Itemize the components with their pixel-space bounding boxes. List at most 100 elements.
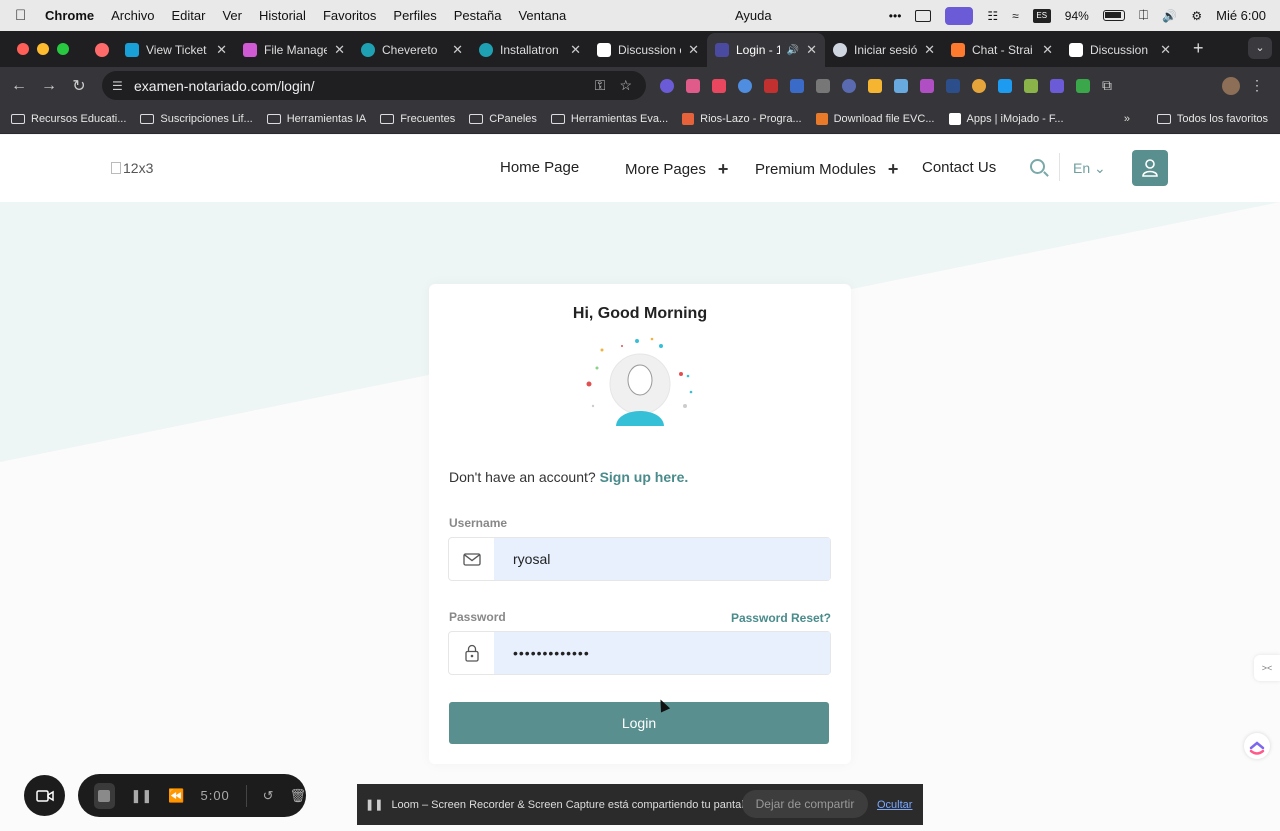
nav-contact[interactable]: Contact Us [922, 159, 996, 176]
loom-camera-button[interactable] [24, 775, 65, 816]
rewind-icon[interactable]: ⏪ [168, 788, 184, 804]
tab-file-manager[interactable]: File Manage ✕ [235, 33, 353, 67]
volume-icon[interactable]: 🔊 [1162, 9, 1177, 23]
extension-icon[interactable] [686, 78, 700, 93]
extension-icon[interactable] [998, 78, 1012, 93]
menu-ventana[interactable]: Ventana [518, 8, 566, 23]
all-bookmarks-folder[interactable]: Todos los favoritos [1156, 113, 1268, 125]
extension-icon-with-badge[interactable] [764, 78, 778, 93]
bookmark-link[interactable]: Rios-Lazo - Progra... [682, 112, 802, 125]
fullscreen-window-button[interactable] [57, 43, 69, 55]
more-dots-icon[interactable]: ••• [889, 9, 902, 23]
nav-premium-modules[interactable]: Premium Modules + [755, 159, 898, 180]
extension-icon[interactable] [894, 78, 908, 93]
menu-ayuda[interactable]: Ayuda [735, 8, 772, 23]
site-logo[interactable]: 12x3 [111, 160, 153, 176]
bookmark-folder[interactable]: Herramientas Eva... [550, 113, 668, 125]
tab-close-icon[interactable]: ✕ [688, 42, 699, 58]
menu-historial[interactable]: Historial [259, 8, 306, 23]
bookmark-folder[interactable]: Suscripciones Lif... [140, 113, 253, 125]
clickup-widget-icon[interactable] [1244, 733, 1270, 759]
bookmark-folder[interactable]: Herramientas IA [266, 113, 366, 125]
bookmark-folder[interactable]: Frecuentes [380, 113, 455, 125]
password-input[interactable]: ••••••••••••• [494, 632, 830, 674]
tab-login-active[interactable]: Login - 1 🔊 ✕ [707, 33, 825, 67]
bookmark-folder[interactable]: Recursos Educati... [11, 113, 126, 125]
input-language-indicator[interactable]: ES [1032, 8, 1051, 23]
bookmark-link[interactable]: Apps | iMojado - F... [948, 112, 1064, 125]
menu-pestana[interactable]: Pestaña [454, 8, 502, 23]
extension-icon[interactable] [868, 78, 882, 93]
tab-discussion-2[interactable]: Discussion ✕ [1061, 33, 1179, 67]
tab-search-chevron-icon[interactable]: ⌄ [1248, 37, 1272, 59]
tab-view-ticket[interactable]: View Ticket ✕ [117, 33, 235, 67]
tab-close-icon[interactable]: ✕ [924, 42, 935, 58]
menubar-clock[interactable]: Mié 6:00 [1216, 8, 1266, 23]
forward-button[interactable]: → [34, 77, 64, 95]
extension-icon[interactable] [1024, 78, 1038, 93]
screen-icon[interactable] [915, 9, 932, 22]
control-center-icon[interactable]: ⚙ [1191, 9, 1202, 23]
minimize-window-button[interactable] [37, 43, 49, 55]
menu-app-name[interactable]: Chrome [45, 8, 94, 23]
battery-icon[interactable] [1102, 10, 1125, 21]
side-collapse-tab[interactable]: >< [1254, 655, 1280, 681]
reload-button[interactable]: ↻ [64, 76, 94, 96]
extension-icon[interactable] [972, 78, 986, 93]
tab-close-icon[interactable]: ✕ [806, 42, 817, 58]
bookmark-folder[interactable]: CPaneles [469, 113, 537, 125]
menu-perfiles[interactable]: Perfiles [393, 8, 436, 23]
tab-chat-straico[interactable]: Chat - Strai ✕ [943, 33, 1061, 67]
password-key-icon[interactable]: ⚿ [595, 77, 606, 94]
bookmark-link[interactable]: Download file EVC... [815, 112, 935, 125]
extensions-puzzle-icon[interactable]: ⧉ [1102, 77, 1112, 94]
new-tab-button[interactable]: + [1193, 38, 1204, 59]
extension-icon[interactable] [712, 78, 726, 93]
signup-link[interactable]: Sign up here. [600, 469, 689, 485]
tab-discussion-1[interactable]: Discussion c ✕ [589, 33, 707, 67]
extension-icon[interactable] [738, 78, 752, 93]
extension-icon[interactable] [946, 78, 960, 93]
chrome-menu-icon[interactable]: ⋮ [1250, 77, 1264, 94]
tab-close-icon[interactable]: ✕ [1160, 42, 1171, 58]
wifi-icon[interactable]: ≈ [1012, 9, 1019, 23]
site-info-icon[interactable]: ☰ [112, 79, 132, 93]
restart-icon[interactable]: ↺ [263, 788, 274, 804]
screen-share-icon[interactable] [945, 6, 974, 25]
trash-icon[interactable]: 🗑 [289, 788, 306, 804]
tab-close-icon[interactable]: ✕ [570, 42, 581, 58]
nav-more-pages[interactable]: More Pages + [625, 159, 728, 180]
bookmarks-overflow-icon[interactable]: » [1124, 113, 1130, 125]
hide-notification-link[interactable]: Ocultar [877, 799, 912, 811]
extension-icon[interactable] [842, 78, 856, 93]
username-input[interactable]: ryosal [494, 538, 830, 580]
extension-icon[interactable] [1076, 78, 1090, 93]
tab-recording[interactable] [87, 33, 117, 67]
nav-home[interactable]: Home Page [500, 159, 579, 176]
address-bar[interactable]: ☰ examen-notariado.com/login/ ⚿ ☆ [102, 71, 646, 100]
tab-close-icon[interactable]: ✕ [334, 42, 345, 58]
url-text[interactable]: examen-notariado.com/login/ [134, 78, 315, 94]
extension-icon[interactable] [660, 78, 674, 93]
menu-editar[interactable]: Editar [171, 8, 205, 23]
password-reset-link[interactable]: Password Reset? [731, 611, 831, 625]
bookmark-star-icon[interactable]: ☆ [619, 77, 632, 94]
language-selector[interactable]: En ⌄ [1073, 160, 1106, 177]
apple-menu-icon[interactable]:  [15, 7, 31, 24]
extension-icon[interactable] [790, 78, 804, 93]
back-button[interactable]: ← [4, 77, 34, 95]
profile-avatar[interactable] [1222, 76, 1240, 95]
stop-sharing-button[interactable]: Dejar de compartir [742, 790, 868, 818]
login-button[interactable]: Login [449, 702, 829, 744]
pause-icon[interactable]: ❚❚ [131, 788, 153, 804]
tab-installatron[interactable]: Installatron ✕ [471, 33, 589, 67]
menu-favoritos[interactable]: Favoritos [323, 8, 376, 23]
user-account-button[interactable] [1132, 150, 1168, 186]
menu-ver[interactable]: Ver [222, 8, 242, 23]
search-icon[interactable] [1030, 159, 1045, 174]
focus-icon[interactable]: ☷ [987, 9, 998, 23]
menu-archivo[interactable]: Archivo [111, 8, 154, 23]
stop-recording-button[interactable] [94, 782, 115, 809]
extension-icon[interactable] [1050, 78, 1064, 93]
extension-icon[interactable] [816, 78, 830, 93]
